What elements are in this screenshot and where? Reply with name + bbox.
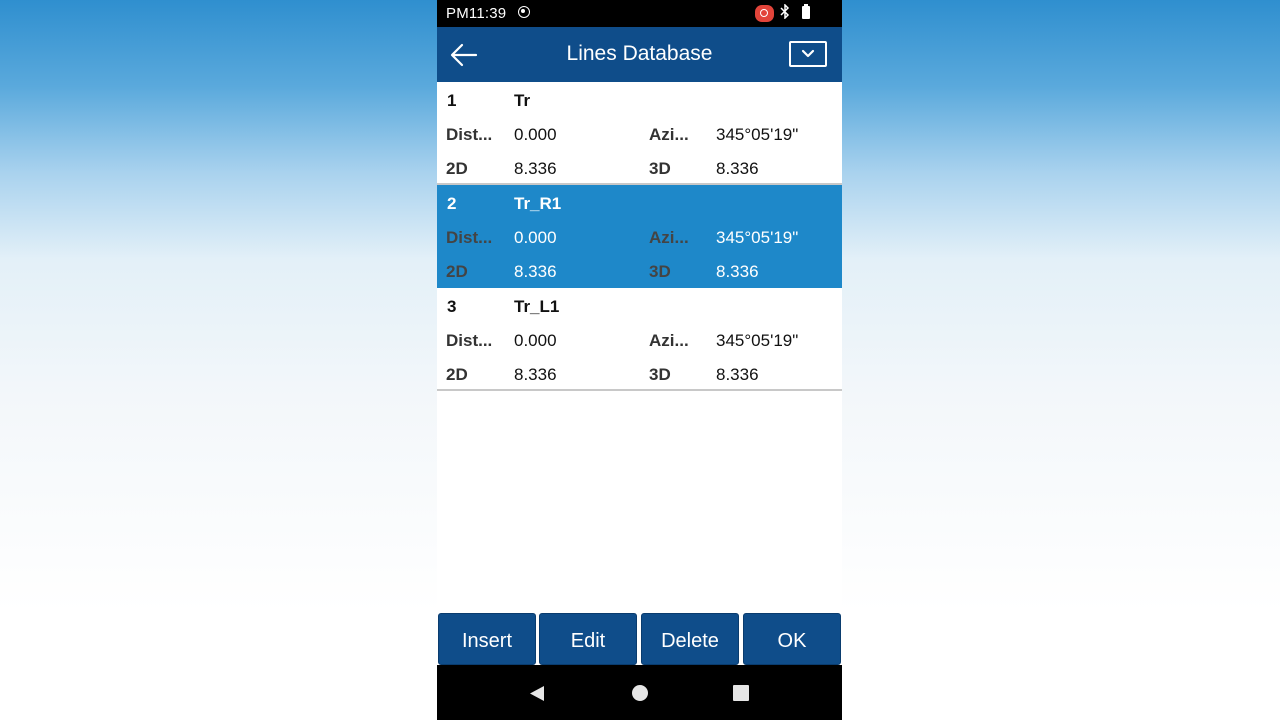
app-bar: Lines Database	[437, 27, 842, 82]
2d-label: 2D	[446, 365, 468, 384]
3d-label: 3D	[649, 262, 671, 281]
action-button-bar: Insert Edit Delete OK	[437, 613, 842, 665]
2d-value: 8.336	[514, 159, 557, 178]
3d-label: 3D	[649, 159, 671, 178]
azi-value: 345°05'19"	[716, 331, 799, 350]
nav-home-icon[interactable]	[632, 685, 648, 701]
bluetooth-icon	[780, 3, 790, 24]
line-name: Tr_R1	[514, 194, 562, 213]
dist-value: 0.000	[514, 125, 557, 144]
delete-button[interactable]: Delete	[641, 613, 739, 665]
line-row-3[interactable]: 3 Tr_L1 Dist... 0.000 Azi... 345°05'19" …	[437, 288, 842, 391]
line-index: 3	[447, 297, 457, 316]
status-time: PM11:39	[446, 5, 507, 22]
3d-value: 8.336	[716, 365, 759, 384]
3d-value: 8.336	[716, 159, 759, 178]
lines-list: 1 Tr Dist... 0.000 Azi... 345°05'19" 2D …	[437, 82, 842, 391]
page-title: Lines Database	[566, 42, 713, 65]
insert-button[interactable]: Insert	[438, 613, 536, 665]
chevron-down-icon	[801, 49, 815, 58]
dist-value: 0.000	[514, 228, 557, 247]
screen-record-icon	[755, 5, 774, 22]
nav-back-icon[interactable]	[529, 685, 545, 707]
phone-screen: PM11:39 Lines Database 1 Tr Dist... 0.00…	[437, 0, 842, 720]
edit-button[interactable]: Edit	[539, 613, 637, 665]
azi-label: Azi...	[649, 125, 689, 144]
nav-recents-icon[interactable]	[733, 685, 749, 701]
ok-button[interactable]: OK	[743, 613, 841, 665]
2d-label: 2D	[446, 159, 468, 178]
2d-label: 2D	[446, 262, 468, 281]
dist-label: Dist...	[446, 331, 493, 350]
battery-icon	[802, 4, 810, 19]
3d-label: 3D	[649, 365, 671, 384]
azi-value: 345°05'19"	[716, 125, 799, 144]
line-row-2[interactable]: 2 Tr_R1 Dist... 0.000 Azi... 345°05'19" …	[437, 185, 842, 288]
dropdown-menu-button[interactable]	[789, 41, 827, 67]
system-nav-bar	[437, 665, 842, 720]
line-name: Tr	[514, 91, 531, 110]
line-name: Tr_L1	[514, 297, 560, 316]
dist-value: 0.000	[514, 331, 557, 350]
line-index: 2	[447, 194, 457, 213]
line-row-1[interactable]: 1 Tr Dist... 0.000 Azi... 345°05'19" 2D …	[437, 82, 842, 185]
azi-label: Azi...	[649, 331, 689, 350]
status-bar: PM11:39	[437, 0, 842, 27]
azi-label: Azi...	[649, 228, 689, 247]
line-index: 1	[447, 91, 457, 110]
dist-label: Dist...	[446, 228, 493, 247]
azi-value: 345°05'19"	[716, 228, 799, 247]
2d-value: 8.336	[514, 262, 557, 281]
2d-value: 8.336	[514, 365, 557, 384]
dist-label: Dist...	[446, 125, 493, 144]
cast-icon	[518, 6, 530, 18]
3d-value: 8.336	[716, 262, 759, 281]
